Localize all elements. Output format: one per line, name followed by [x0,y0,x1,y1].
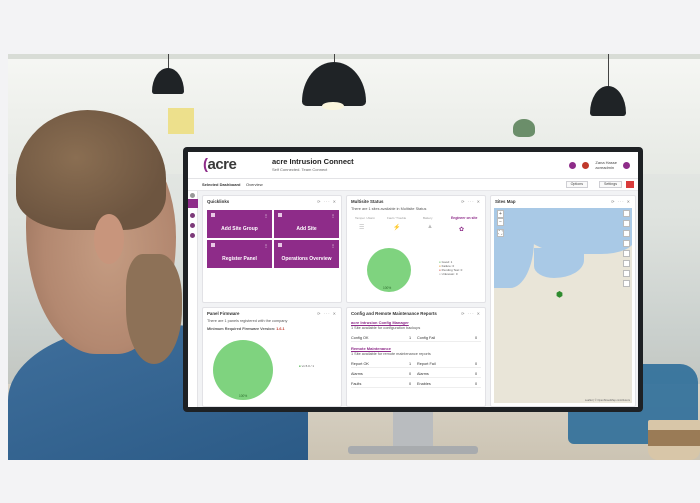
coffee-cup [648,420,700,460]
register-panel-tile[interactable]: ⋮ Register Panel [207,240,272,268]
sidenav-active-item[interactable] [188,199,198,208]
plant [513,119,535,137]
sites-map-card: Sites Map ⟳ ··· ✕ + − ⛶ ⬢ Leaflet | © Op… [490,195,636,407]
app-screen: (acre acre Intrusion Connect Self Connec… [188,152,638,407]
firmware-min-label: Minimum Required Firmware Version: 1.6.1 [207,327,285,331]
side-nav [188,191,198,407]
config-reports-title: Config and Remote Maintenance Reports [351,311,437,316]
zoom-in-button[interactable]: + [497,210,504,218]
engineer-icon: ✿ [459,227,465,233]
user-name[interactable]: Zana Hasse acreadmin [595,160,617,170]
config-description: 1 Site available for configuration backu… [351,326,421,330]
battery-icon: ▲ [427,224,433,230]
map-filter-icon[interactable] [623,210,630,217]
site-marker-icon[interactable]: ⬢ [556,290,563,299]
remote-maintenance-link[interactable]: Remote Maintenance [351,346,391,351]
dashboard-select[interactable]: Overview [246,182,263,187]
map-tool-2[interactable] [623,230,630,237]
map-tool-7[interactable] [623,280,630,287]
sidenav-icon-1[interactable] [190,213,195,218]
firmware-description: There are 1 panels registered with the c… [207,319,288,323]
settings-button[interactable]: Settings [599,181,622,188]
card-controls[interactable]: ⟳ ··· ✕ [461,199,481,204]
multisite-status-card: Multisite Status ⟳ ··· ✕ There are 1 sit… [346,195,486,303]
notification-icon[interactable] [582,161,590,169]
sticky-note [168,108,194,134]
map-tool-3[interactable] [623,240,630,247]
card-controls[interactable]: ⟳ ··· ✕ [611,199,631,204]
faults-row: Faults 0 Enables 0 [351,380,481,388]
add-site-group-tile[interactable]: ⋮ Add Site Group [207,210,272,238]
maintenance-description: 1 Site available for remote maintenance … [351,352,431,356]
map-tool-4[interactable] [623,250,630,257]
multisite-legend: ● Good: 1 ● Failure: 0 ● Pending Test: 0… [439,260,463,276]
config-status-row: Config OK 1 Config Fail 0 [351,334,481,342]
sites-map-title: Sites Map [495,199,516,204]
map-tool-6[interactable] [623,270,630,277]
pendant-lamp-1 [294,54,374,124]
monitor: (acre acre Intrusion Connect Self Connec… [183,147,643,412]
add-site-tile[interactable]: ⋮ Add Site [274,210,339,238]
firmware-pie-chart [213,340,273,400]
column-tamper: Tamper / Alarm [355,216,376,220]
zoom-out-button[interactable]: − [497,218,504,226]
monitor-base [348,446,478,454]
column-battery: Battery [423,216,433,220]
map-tool-1[interactable] [623,220,630,227]
multisite-pie-label: 100% [383,286,392,290]
firmware-pie-label: 100% [239,394,248,398]
dashboard-subbar: Selected Dashboard Overview Options Sett… [188,179,638,191]
panel-firmware-card: Panel Firmware ⟳ ··· ✕ There are 1 panel… [202,307,342,407]
pendant-lamp-3 [586,54,630,134]
fullscreen-button[interactable]: ⛶ [497,229,504,237]
card-controls[interactable]: ⟳ ··· ✕ [461,311,481,316]
panel-firmware-title: Panel Firmware [207,311,240,316]
person-ear [94,214,124,264]
multisite-title: Multisite Status [351,199,384,204]
quicklinks-title: Quicklinks [207,199,230,204]
fault-icon: ⚡ [393,225,401,231]
sites-map[interactable]: + − ⛶ ⬢ Leaflet | © OpenStreetMap contri… [494,208,632,403]
column-engineer: Engineer on site [451,216,478,220]
card-controls[interactable]: ⟳ ··· ✕ [317,311,337,316]
firmware-legend: ■ v1.5.0 / 1 [299,364,314,368]
report-status-row: Report OK 1 Report Fail 0 [351,360,481,368]
tamper-icon: ☰ [359,225,365,231]
column-fault: Fault / Trouble [387,216,407,220]
user-icon[interactable] [623,161,630,169]
map-attribution: Leaflet | © OpenStreetMap contributors [584,399,630,402]
top-bar: (acre acre Intrusion Connect Self Connec… [188,152,638,179]
app-subtitle: Self Connected. Team Connect [272,167,328,172]
multisite-description: There are 1 sites available in Multisite… [351,207,427,211]
top-icons: Zana Hasse acreadmin [569,160,630,170]
config-manager-link[interactable]: acre Intrusion Config Manager [351,320,409,325]
map-tool-5[interactable] [623,260,630,267]
card-controls[interactable]: ⟳ ··· ✕ [317,199,337,204]
acre-logo[interactable]: (acre [203,156,237,173]
sidenav-icon-3[interactable] [190,233,195,238]
help-icon[interactable] [569,161,577,169]
pendant-lamp-2 [148,54,188,104]
config-reports-card: Config and Remote Maintenance Reports ⟳ … [346,307,486,407]
menu-icon[interactable] [190,193,195,198]
sidenav-icon-2[interactable] [190,223,195,228]
person-beard [126,254,182,364]
selected-dashboard-label: Selected Dashboard [202,182,241,187]
operations-overview-tile[interactable]: ⋮ Operations Overview [274,240,339,268]
youtube-icon[interactable] [626,181,634,188]
options-button[interactable]: Options [565,181,588,188]
alarms-row: Alarms 0 Alarms 0 [351,370,481,378]
app-title: acre Intrusion Connect [272,157,354,166]
quicklinks-card: Quicklinks ⟳ ··· ✕ ⋮ Add Site Group ⋮ Add … [202,195,342,303]
monitor-stand [393,409,433,449]
